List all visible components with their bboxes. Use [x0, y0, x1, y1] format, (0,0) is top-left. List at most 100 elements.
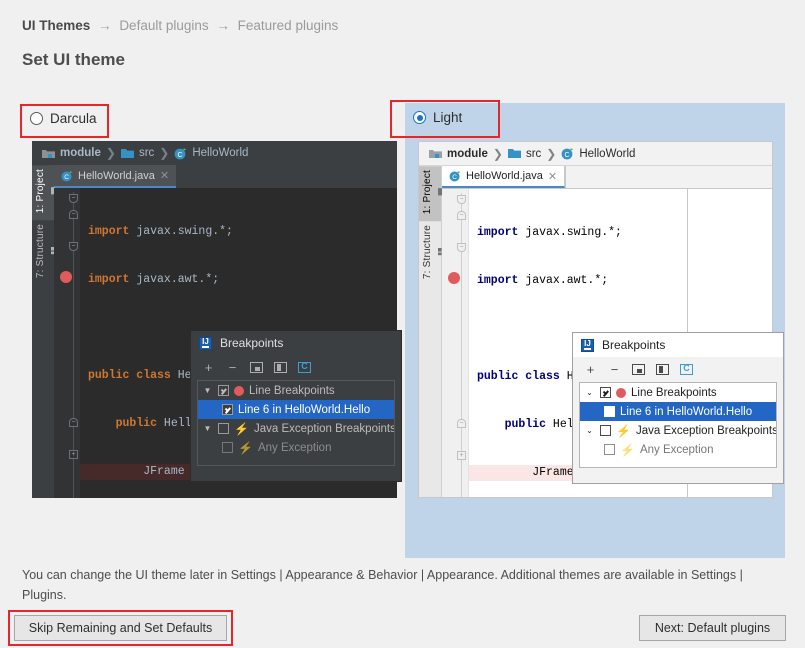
add-breakpoint-button[interactable]: + [202, 361, 215, 374]
lightning-icon: ⚡ [234, 423, 249, 435]
fold-marker-icon[interactable]: − [457, 211, 466, 220]
code-line: import javax.swing.*; [469, 225, 687, 241]
theme-option-light-label: Light [433, 110, 462, 125]
fold-marker-icon[interactable]: − [69, 418, 78, 427]
remove-breakpoint-button[interactable]: − [608, 363, 621, 376]
checkbox-checked-icon[interactable] [218, 385, 229, 396]
red-dot-icon [234, 386, 244, 396]
add-breakpoint-button[interactable]: + [584, 363, 597, 376]
next-default-plugins-button[interactable]: Next: Default plugins [639, 615, 786, 641]
module-icon [429, 148, 442, 159]
folder-icon [508, 148, 521, 159]
lightning-icon: ⚡ [238, 442, 253, 454]
red-dot-icon [616, 388, 626, 398]
skip-remaining-button[interactable]: Skip Remaining and Set Defaults [14, 615, 227, 641]
tree-row-line-6[interactable]: Line 6 in HelloWorld.Hello [198, 400, 394, 419]
checkbox-unchecked-icon[interactable] [218, 423, 229, 434]
tree-row-label: Line 6 in HelloWorld.Hello [238, 404, 370, 416]
checkbox-unchecked-icon[interactable] [604, 444, 615, 455]
preview-breadcrumb-bar: module ❯ src ❯ C HelloWorld [32, 141, 397, 165]
svg-text:C: C [565, 152, 570, 159]
theme-option-light[interactable]: Light [413, 110, 462, 125]
close-icon[interactable]: ✕ [160, 169, 169, 182]
editor-gutter[interactable]: − − − − + [442, 189, 469, 497]
chevron-down-icon[interactable]: ▼ [202, 386, 213, 395]
tool-window-tabs: 1: Project 7: Structure [419, 166, 442, 497]
breakpoint-dot-icon[interactable] [60, 271, 72, 283]
tree-row-line-breakpoints[interactable]: ⌄ Line Breakpoints [580, 383, 776, 402]
editor-gutter[interactable]: − − − − + [54, 188, 80, 498]
footer-note: You can change the UI theme later in Set… [22, 565, 782, 605]
close-icon[interactable]: ✕ [548, 170, 557, 183]
checkbox-unchecked-icon[interactable] [600, 425, 611, 436]
tree-row-java-exception-breakpoints[interactable]: ▼ ⚡ Java Exception Breakpoints [198, 419, 394, 438]
fold-marker-icon[interactable]: − [69, 194, 78, 203]
breadcrumb-module: module [60, 147, 101, 159]
dialog-title: Breakpoints [602, 338, 665, 352]
checkbox-checked-icon[interactable] [604, 406, 615, 417]
java-class-icon: C [174, 147, 187, 160]
breakpoints-tree[interactable]: ▼ Line Breakpoints Line 6 in HelloWorld.… [197, 380, 395, 466]
breakpoints-dialog-light[interactable]: Breakpoints + − ⌄ Line Breakpoints Line … [572, 332, 784, 484]
breakpoint-dot-icon[interactable] [448, 272, 460, 284]
code-line: import javax.awt.*; [80, 272, 397, 288]
editor-tab-helloworld[interactable]: C HelloWorld.java ✕ [54, 165, 176, 188]
tool-tab-structure[interactable]: 7: Structure [32, 220, 54, 285]
tool-tab-structure[interactable]: 7: Structure [419, 221, 441, 286]
fold-marker-icon[interactable]: − [69, 242, 78, 251]
breadcrumb-src: src [526, 148, 541, 160]
tool-window-tabs: 1: Project 7: Structure [32, 165, 54, 498]
editor-tab-label: HelloWorld.java [78, 170, 155, 182]
checkbox-checked-icon[interactable] [222, 404, 233, 415]
tabstrip-empty-area [176, 165, 397, 188]
group-by-file-button[interactable] [632, 364, 645, 375]
editor-tab-helloworld[interactable]: C HelloWorld.java ✕ [442, 166, 565, 188]
tree-row-line-breakpoints[interactable]: ▼ Line Breakpoints [198, 381, 394, 400]
fold-expand-icon[interactable]: + [457, 451, 466, 460]
code-line: import javax.awt.*; [469, 273, 687, 289]
breadcrumb-item-featured-plugins: Featured plugins [238, 18, 339, 33]
fold-marker-icon[interactable]: − [457, 195, 466, 204]
radio-unchecked-icon[interactable] [30, 112, 43, 125]
chevron-right-icon: ❯ [159, 146, 169, 160]
tool-tab-project[interactable]: 1: Project [419, 166, 441, 221]
page-title: Set UI theme [22, 50, 125, 70]
tree-row-any-exception[interactable]: ⚡ Any Exception [580, 440, 776, 459]
checkbox-unchecked-icon[interactable] [222, 442, 233, 453]
group-by-class-button[interactable] [680, 364, 693, 375]
checkbox-checked-icon[interactable] [600, 387, 611, 398]
fold-marker-icon[interactable]: − [69, 210, 78, 219]
group-by-type-button[interactable] [274, 362, 287, 373]
chevron-down-icon[interactable]: ⌄ [584, 388, 595, 397]
tabstrip-empty-area [565, 166, 772, 188]
fold-marker-icon[interactable]: − [457, 419, 466, 428]
breakpoints-tree[interactable]: ⌄ Line Breakpoints Line 6 in HelloWorld.… [579, 382, 777, 468]
breadcrumb-src: src [139, 147, 154, 159]
breadcrumb-current: UI Themes [22, 18, 90, 33]
preview-breadcrumb-bar: module ❯ src ❯ C HelloWorld [419, 142, 772, 166]
tree-row-line-6[interactable]: Line 6 in HelloWorld.Hello [580, 402, 776, 421]
theme-option-darcula[interactable]: Darcula [30, 111, 97, 126]
chevron-down-icon[interactable]: ⌄ [584, 426, 595, 435]
breakpoints-toolbar: + − [573, 357, 783, 382]
breadcrumb-separator: → [216, 18, 230, 33]
remove-breakpoint-button[interactable]: − [226, 361, 239, 374]
group-by-file-button[interactable] [250, 362, 263, 373]
lightning-icon: ⚡ [620, 444, 635, 456]
java-class-icon: C [449, 170, 461, 182]
svg-text:C: C [178, 152, 183, 159]
tool-tab-project[interactable]: 1: Project [32, 165, 54, 220]
breakpoints-dialog-darcula[interactable]: Breakpoints + − ▼ Line Breakpoints Line … [190, 330, 402, 482]
radio-checked-icon[interactable] [413, 111, 426, 124]
fold-marker-icon[interactable]: − [457, 243, 466, 252]
folder-icon [121, 148, 134, 159]
tree-row-label: Java Exception Breakpoints [254, 423, 394, 435]
tree-row-java-exception-breakpoints[interactable]: ⌄ ⚡ Java Exception Breakpoints [580, 421, 776, 440]
tree-row-label: Any Exception [258, 442, 332, 454]
group-by-type-button[interactable] [656, 364, 669, 375]
group-by-class-button[interactable] [298, 362, 311, 373]
fold-expand-icon[interactable]: + [69, 450, 78, 459]
chevron-down-icon[interactable]: ▼ [202, 424, 213, 433]
tool-tab-structure-label: 7: Structure [422, 225, 433, 279]
tree-row-any-exception[interactable]: ⚡ Any Exception [198, 438, 394, 457]
